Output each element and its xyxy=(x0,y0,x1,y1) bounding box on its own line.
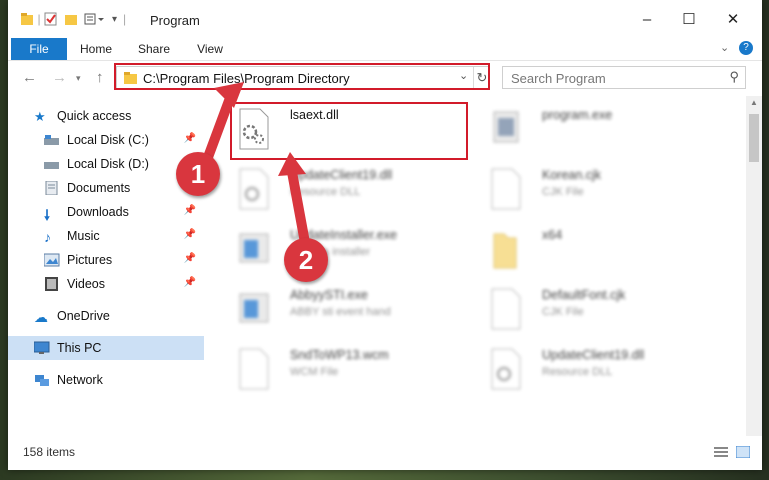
arrow-2-head xyxy=(278,152,306,176)
arrow-2 xyxy=(287,167,311,253)
explorer-window: | ▾ | Program – ☐ ✕ File Home Share View… xyxy=(8,0,762,470)
callout-2: 2 xyxy=(284,238,328,282)
annotation-arrows xyxy=(199,82,311,253)
callout-1: 1 xyxy=(176,152,220,196)
